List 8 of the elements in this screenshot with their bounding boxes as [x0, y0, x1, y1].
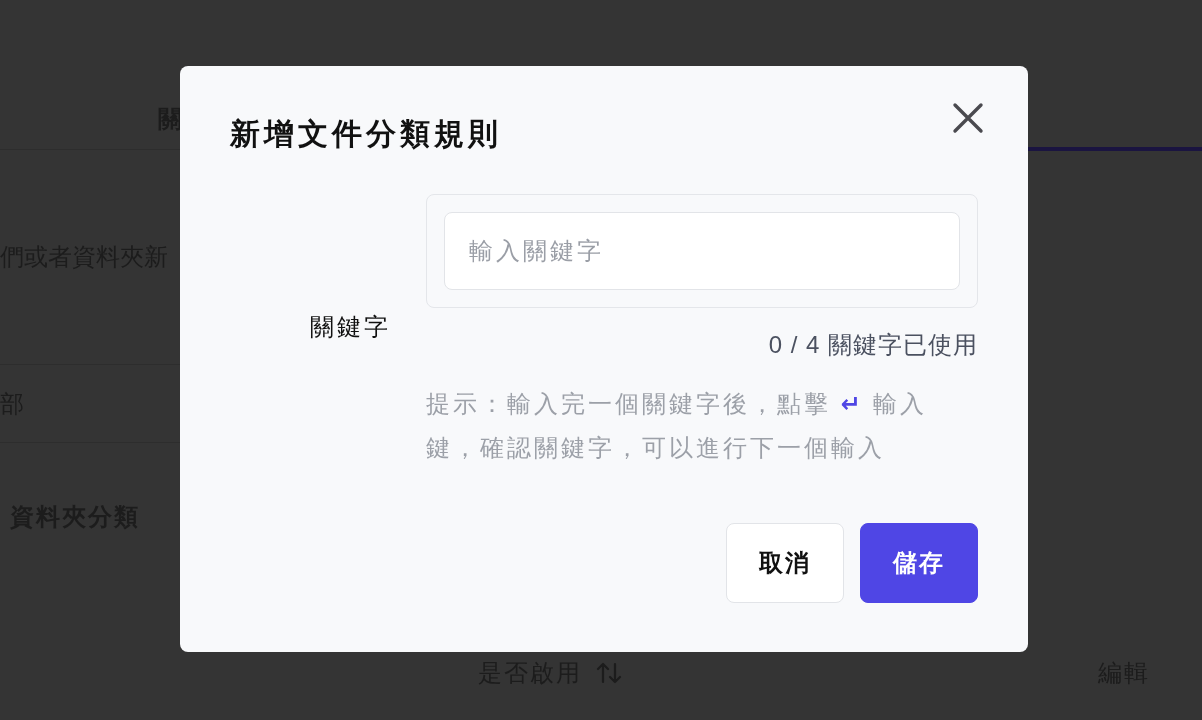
- dialog-title: 新增文件分類規則: [230, 116, 502, 152]
- cancel-button[interactable]: 取消: [726, 523, 844, 603]
- close-button[interactable]: [950, 100, 986, 136]
- hint-text: 提示：輸入完一個關鍵字後，點擊 ↵ 輸入鍵，確認關鍵字，可以進行下一個輸入: [426, 389, 929, 463]
- save-button[interactable]: 儲存: [860, 523, 978, 603]
- keyword-counter: 0 / 4 關鍵字已使用: [768, 330, 978, 360]
- keyword-input[interactable]: 輸入關鍵字: [444, 212, 960, 290]
- field-label: 關鍵字: [310, 312, 391, 342]
